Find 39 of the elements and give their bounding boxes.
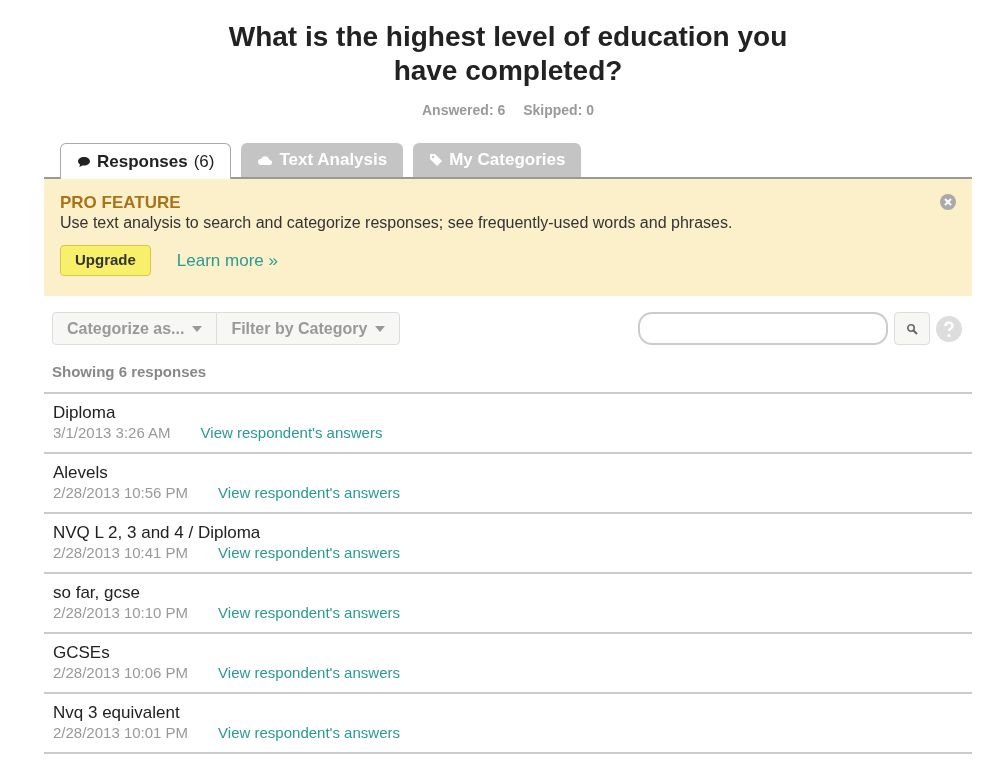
filter-dropdown[interactable]: Filter by Category [217,313,400,344]
response-text: GCSEs [53,642,111,663]
response-date: 2/28/2013 10:41 PM [53,542,189,563]
search-button[interactable] [894,312,930,345]
tab[interactable]: Responses (6) [60,143,232,179]
view-answers-link[interactable]: View respondent's answers [218,722,400,743]
cloud-icon [257,154,274,166]
response-text: so far, gcse [53,582,141,603]
response-date: 2/28/2013 10:01 PM [53,722,189,743]
response-date: 2/28/2013 10:10 PM [53,602,189,623]
response-date: 2/28/2013 10:06 PM [53,662,189,683]
response-text: Nvq 3 equivalent [53,702,181,723]
showing-count: Showing 6 responses [44,361,972,394]
upgrade-button[interactable]: Upgrade [60,245,151,276]
skipped-count: Skipped: 0 [523,101,594,120]
response-text: NVQ L 2, 3 and 4 / Diploma [53,522,262,543]
view-answers-link[interactable]: View respondent's answers [218,662,400,683]
learn-more-link[interactable]: Learn more » [176,247,278,274]
search-field[interactable] [638,312,888,345]
tag-icon [429,153,444,167]
categorize-dropdown[interactable]: Categorize as... [53,313,218,344]
view-answers-link[interactable]: View respondent's answers [200,422,383,443]
view-answers-link[interactable]: View respondent's answers [218,542,400,563]
response-date: 3/1/2013 3:26 AM [53,422,171,443]
view-answers-link[interactable]: View respondent's answers [218,482,400,503]
question-title: What is the highest level of education you have completed? [227,20,789,88]
response-text: Alevels [53,462,109,483]
response-date: 2/28/2013 10:56 PM [53,482,189,503]
caret-icon [375,325,386,332]
search-icon [906,322,918,335]
caret-icon [192,325,203,332]
view-answers-link[interactable]: View respondent's answers [218,602,400,623]
response-text: Diploma [53,402,117,423]
close-icon[interactable] [940,194,956,210]
banner-text: Use text analysis to search and categorize responses; see frequently-used words and phrases. [60,213,734,233]
banner-heading: PRO FEATURE [60,193,181,213]
help-icon[interactable] [936,315,962,342]
answered-count: Answered: 6 [421,101,506,120]
speech-bubble-icon [77,155,91,168]
